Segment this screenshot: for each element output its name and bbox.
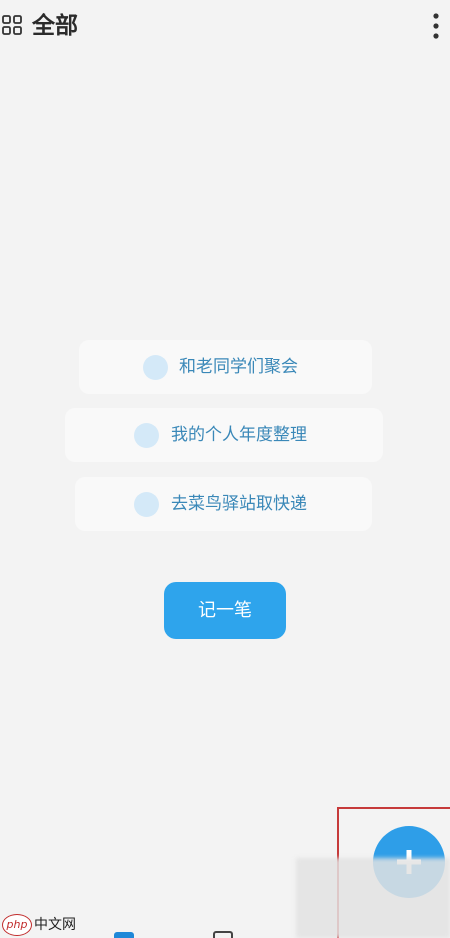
grid-icon[interactable]	[2, 15, 22, 35]
suggestion-item-annual-review[interactable]: 我的个人年度整理	[65, 408, 383, 462]
write-note-button[interactable]: 记一笔	[164, 582, 286, 639]
circle-icon	[134, 492, 159, 517]
circle-icon	[143, 355, 168, 380]
suggestion-label: 和老同学们聚会	[179, 357, 298, 377]
suggestion-label: 去菜鸟驿站取快递	[171, 494, 307, 514]
tab-folder-icon[interactable]	[213, 931, 233, 938]
top-bar: 全部	[0, 0, 450, 56]
circle-icon	[134, 423, 159, 448]
php-logo: php	[2, 914, 32, 936]
suggestion-item-reunion[interactable]: 和老同学们聚会	[79, 340, 372, 394]
suggestion-label: 我的个人年度整理	[171, 425, 307, 445]
page-title: 全部	[32, 13, 78, 39]
tab-notes-icon[interactable]	[114, 932, 134, 938]
watermark-logo: php 中文网	[2, 914, 92, 938]
watermark-site-name: 中文网	[34, 917, 76, 933]
more-vertical-icon[interactable]	[426, 10, 446, 42]
suggestion-item-pickup-parcel[interactable]: 去菜鸟驿站取快递	[75, 477, 372, 531]
